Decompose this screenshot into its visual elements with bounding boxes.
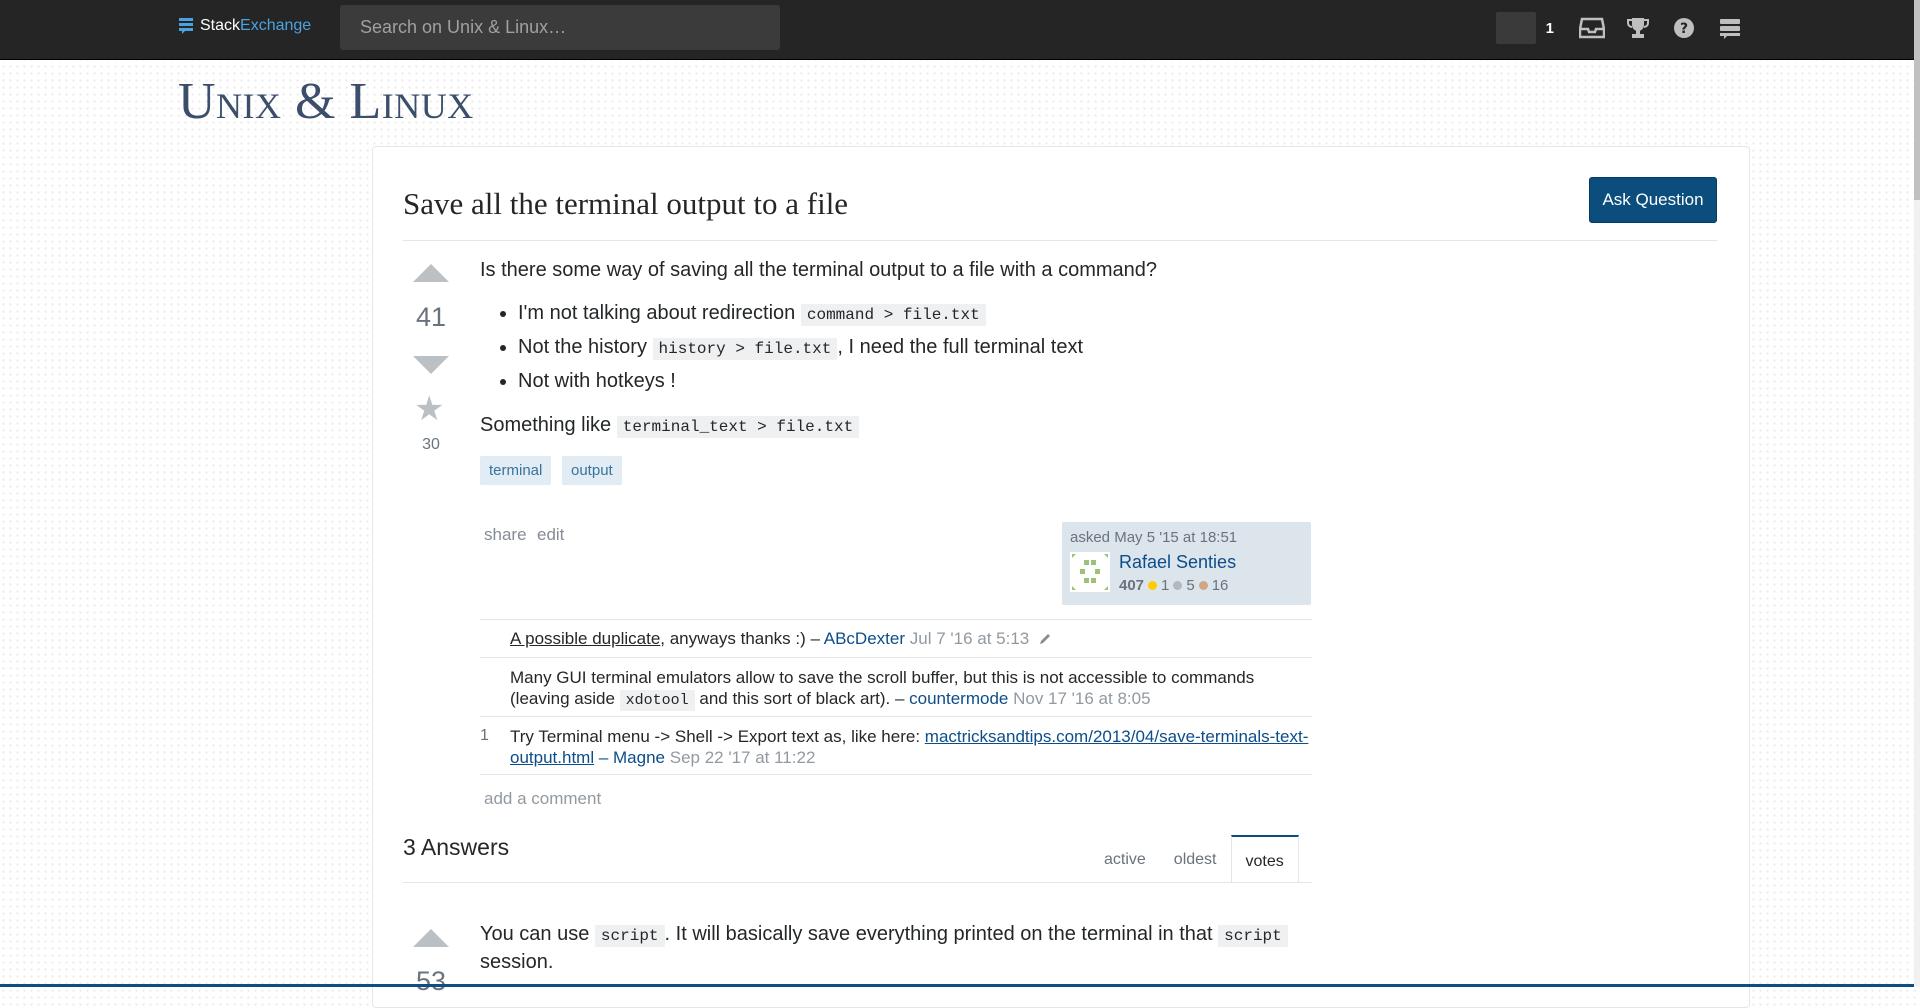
answer-score: 53 xyxy=(415,966,447,996)
inline-code: history > file.txt xyxy=(652,338,838,360)
ask-question-button[interactable]: Ask Question xyxy=(1589,177,1717,223)
stackexchange-icon xyxy=(179,18,193,34)
answer-sort-tabs: active oldest votes xyxy=(1090,833,1299,883)
inline-code: script xyxy=(1218,925,1288,947)
tab-votes[interactable]: votes xyxy=(1230,835,1299,883)
comment: A possible duplicate, anyways thanks :) … xyxy=(510,628,1310,649)
silver-badge-icon xyxy=(1173,581,1183,590)
comment-user-link[interactable]: ABcDexter xyxy=(824,629,905,648)
silver-badge-count: 5 xyxy=(1186,577,1195,594)
bullet-text: Not the history xyxy=(518,336,653,358)
reputation-count[interactable]: 1 xyxy=(1546,20,1554,37)
top-bar: StackExchange 1 ? xyxy=(0,0,1914,60)
bullet-text: Not with hotkeys ! xyxy=(518,370,676,392)
page-scrollbar[interactable] xyxy=(1914,0,1920,987)
reputation-score: 407 xyxy=(1119,577,1145,594)
share-link[interactable]: share xyxy=(484,525,527,545)
inline-code: terminal_text > file.txt xyxy=(616,416,860,438)
divider xyxy=(480,716,1312,717)
edit-link[interactable]: edit xyxy=(537,525,564,545)
question-score: 41 xyxy=(415,302,447,332)
comment-date[interactable]: Nov 17 '16 at 8:05 xyxy=(1013,689,1150,708)
comment: Try Terminal menu -> Shell -> Export tex… xyxy=(510,726,1310,768)
search-input[interactable] xyxy=(340,5,780,50)
asked-timestamp: asked May 5 '15 at 18:51 xyxy=(1070,529,1238,546)
divider xyxy=(480,619,1312,620)
tag-output[interactable]: output xyxy=(562,456,622,485)
divider xyxy=(403,240,1717,241)
bronze-badge-count: 16 xyxy=(1211,577,1229,594)
site-switcher-icon[interactable] xyxy=(1716,14,1744,42)
favorite-star-icon[interactable]: ★ xyxy=(414,389,444,429)
answer-body: You can use script. It will basically sa… xyxy=(480,920,1320,976)
inline-code: script xyxy=(594,925,665,947)
upvote-icon[interactable] xyxy=(413,929,449,947)
user-avatar[interactable] xyxy=(1070,552,1110,592)
list-item: I'm not talking about redirection comman… xyxy=(518,298,1083,332)
logo-text-stack: Stack xyxy=(200,17,241,34)
divider xyxy=(480,774,1312,775)
upvote-icon[interactable] xyxy=(413,264,449,282)
downvote-icon[interactable] xyxy=(413,356,449,374)
help-icon[interactable]: ? xyxy=(1670,14,1698,42)
question-intro: Is there some way of saving all the term… xyxy=(480,259,1158,281)
comment-separator: – xyxy=(594,748,614,767)
paragraph-text: Something like xyxy=(480,414,617,436)
list-item: Not with hotkeys ! xyxy=(518,366,1083,400)
inline-code: command > file.txt xyxy=(800,304,986,326)
comment-text: Try Terminal menu -> Shell -> Export tex… xyxy=(510,727,925,746)
favorite-count: 30 xyxy=(422,436,440,453)
scrollbar-thumb[interactable] xyxy=(1914,0,1920,200)
site-title[interactable]: Unix & Linux xyxy=(178,72,474,131)
question-paragraph: Something like terminal_text > file.txt xyxy=(480,411,860,439)
inline-code: xdotool xyxy=(619,690,695,711)
add-comment-link[interactable]: add a comment xyxy=(484,789,601,809)
comment-text: and this sort of black art). – xyxy=(694,689,910,708)
owner-card: asked May 5 '15 at 18:51 Rafael Senties … xyxy=(1062,522,1311,605)
gold-badge-count: 1 xyxy=(1161,577,1170,594)
comment-text: , anyways thanks :) – xyxy=(660,629,824,648)
trophy-icon[interactable] xyxy=(1624,14,1652,42)
inbox-icon[interactable] xyxy=(1578,14,1606,42)
answers-heading: 3 Answers xyxy=(403,834,510,860)
stackexchange-logo[interactable]: StackExchange xyxy=(178,17,311,35)
user-name-link[interactable]: Rafael Senties xyxy=(1119,552,1236,573)
tab-active[interactable]: active xyxy=(1090,835,1160,883)
tag-terminal[interactable]: terminal xyxy=(480,456,552,485)
duplicate-link[interactable]: A possible duplicate xyxy=(510,629,660,648)
divider xyxy=(403,882,1312,883)
gold-badge-icon xyxy=(1148,581,1158,590)
comment-user-link[interactable]: Magne xyxy=(613,748,665,767)
svg-text:?: ? xyxy=(1680,21,1688,37)
answer-text: . It will basically save everything prin… xyxy=(664,923,1219,945)
comment-date[interactable]: Jul 7 '16 at 5:13 xyxy=(910,629,1030,648)
question-bullet-list: I'm not talking about redirection comman… xyxy=(480,298,1083,400)
comment: Many GUI terminal emulators allow to sav… xyxy=(510,667,1310,711)
answer-text: session. xyxy=(480,951,554,973)
user-reputation: 407 1 5 16 xyxy=(1119,577,1228,594)
question-title[interactable]: Save all the terminal output to a file xyxy=(403,186,848,222)
bullet-text: I'm not talking about redirection xyxy=(518,302,801,324)
avatar[interactable] xyxy=(1495,12,1536,44)
comment-user-link[interactable]: countermode xyxy=(909,689,1008,708)
bullet-text: , I need the full terminal text xyxy=(837,336,1084,358)
bronze-badge-icon xyxy=(1198,581,1208,590)
answer-text: You can use xyxy=(480,923,595,945)
tab-oldest[interactable]: oldest xyxy=(1160,835,1231,883)
divider xyxy=(480,657,1312,658)
comment-score: 1 xyxy=(480,727,489,744)
logo-text-exchange: Exchange xyxy=(240,17,312,34)
comment-date[interactable]: Sep 22 '17 at 11:22 xyxy=(670,748,816,767)
pencil-icon xyxy=(1039,634,1050,644)
list-item: Not the history history > file.txt, I ne… xyxy=(518,332,1083,366)
